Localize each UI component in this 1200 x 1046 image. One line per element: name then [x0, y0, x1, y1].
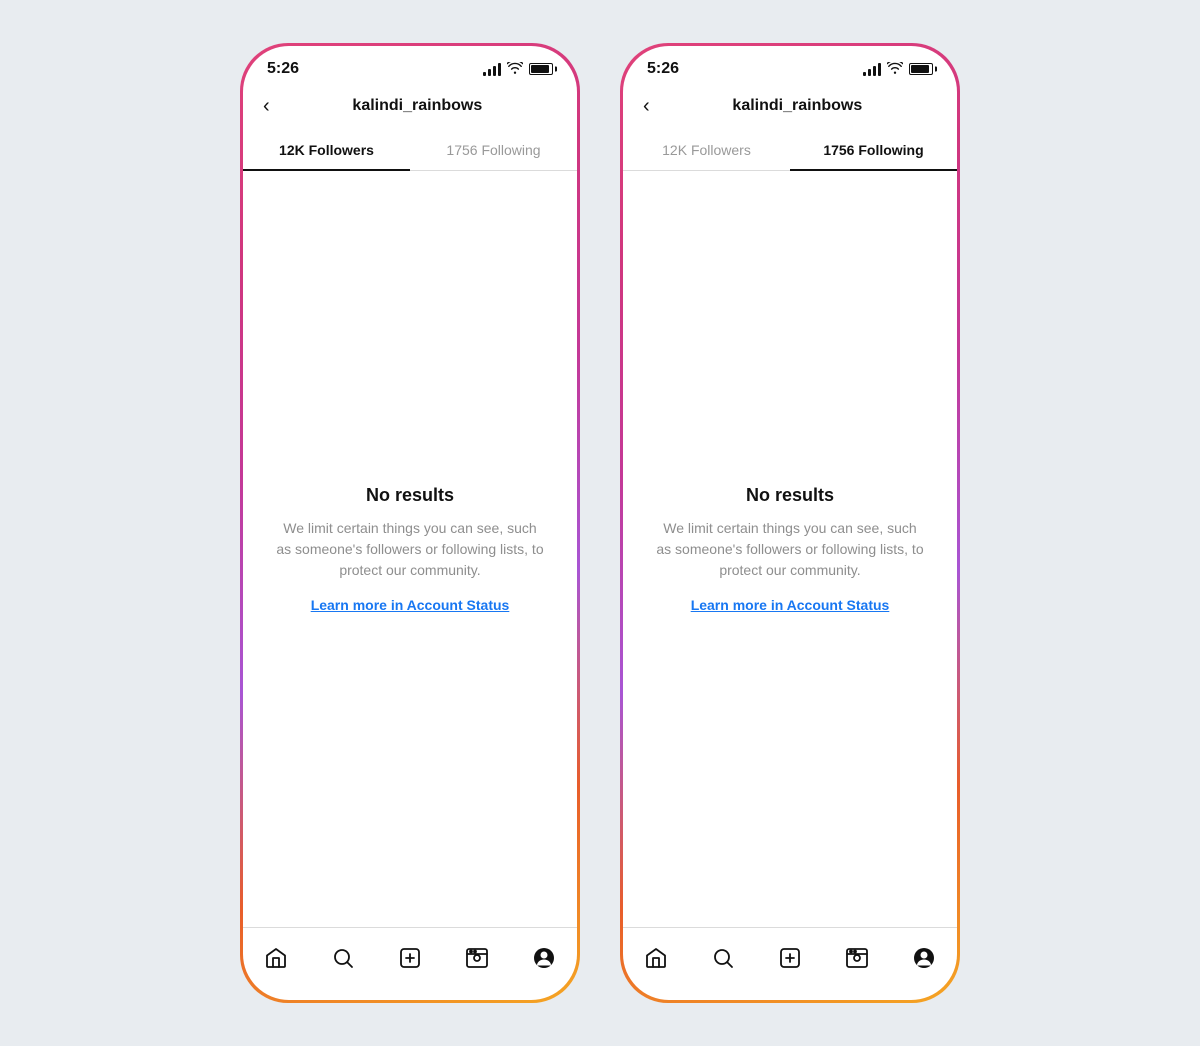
back-button-left[interactable]: ‹	[259, 92, 274, 120]
no-results-title-left: No results	[366, 485, 454, 506]
back-button-right[interactable]: ‹	[639, 92, 654, 120]
header-title-right: kalindi_rainbows	[654, 97, 941, 115]
tab-following-right[interactable]: 1756 Following	[790, 130, 957, 170]
content-area-left: No results We limit certain things you c…	[243, 171, 577, 927]
battery-icon-left	[529, 63, 553, 75]
phone-screen-left: 5:26 ‹ k	[243, 46, 577, 1000]
learn-more-link-right[interactable]: Learn more in Account Status	[691, 597, 890, 613]
wifi-icon-right	[887, 62, 903, 77]
tabs-right: 12K Followers 1756 Following	[623, 130, 957, 171]
tab-followers-left[interactable]: 12K Followers	[243, 130, 410, 170]
no-results-desc-right: We limit certain things you can see, suc…	[655, 518, 925, 581]
status-icons-left	[483, 62, 553, 77]
status-icons-right	[863, 62, 933, 77]
signal-icon-right	[863, 62, 881, 76]
phone-screen-right: 5:26 ‹ k	[623, 46, 957, 1000]
wifi-icon-left	[507, 62, 523, 77]
no-results-desc-left: We limit certain things you can see, suc…	[275, 518, 545, 581]
search-icon-right[interactable]	[705, 940, 741, 976]
reels-icon-right[interactable]	[839, 940, 875, 976]
home-icon-left[interactable]	[258, 940, 294, 976]
add-icon-right[interactable]	[772, 940, 808, 976]
content-area-right: No results We limit certain things you c…	[623, 171, 957, 927]
profile-icon-left[interactable]	[526, 940, 562, 976]
learn-more-link-left[interactable]: Learn more in Account Status	[311, 597, 510, 613]
tabs-left: 12K Followers 1756 Following	[243, 130, 577, 171]
status-time-left: 5:26	[267, 60, 299, 78]
no-results-title-right: No results	[746, 485, 834, 506]
bottom-nav-left	[243, 927, 577, 1000]
add-icon-left[interactable]	[392, 940, 428, 976]
header-nav-right: ‹ kalindi_rainbows	[623, 84, 957, 130]
reels-icon-left[interactable]	[459, 940, 495, 976]
bottom-nav-right	[623, 927, 957, 1000]
header-title-left: kalindi_rainbows	[274, 97, 561, 115]
header-nav-left: ‹ kalindi_rainbows	[243, 84, 577, 130]
status-bar-left: 5:26	[243, 46, 577, 84]
phone-left: 5:26 ‹ k	[240, 43, 580, 1003]
signal-icon-left	[483, 62, 501, 76]
search-icon-left[interactable]	[325, 940, 361, 976]
tab-followers-right[interactable]: 12K Followers	[623, 130, 790, 170]
profile-icon-right[interactable]	[906, 940, 942, 976]
home-icon-right[interactable]	[638, 940, 674, 976]
phone-right: 5:26 ‹ k	[620, 43, 960, 1003]
battery-icon-right	[909, 63, 933, 75]
tab-following-left[interactable]: 1756 Following	[410, 130, 577, 170]
status-bar-right: 5:26	[623, 46, 957, 84]
status-time-right: 5:26	[647, 60, 679, 78]
